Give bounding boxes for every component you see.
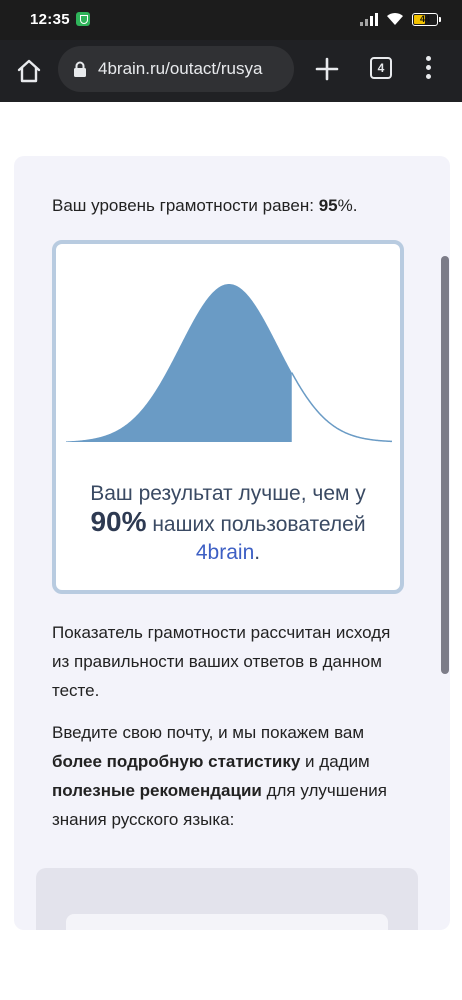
literacy-level: Ваш уровень грамотности равен: 95%.: [52, 196, 358, 215]
result-text: Ваш результат лучше, чем у 90% наших пол…: [90, 482, 366, 564]
explanation-text: Показатель грамотности рассчитан исходя …: [52, 623, 391, 700]
wifi-icon: [387, 12, 403, 25]
status-bar: 12:35 44: [0, 0, 462, 40]
tab-switcher-button[interactable]: 4: [370, 57, 392, 79]
battery-level: 44: [419, 13, 430, 24]
distribution-area: [66, 284, 292, 442]
result-box: Ваш результат лучше, чем у 90% наших пол…: [52, 240, 404, 594]
shield-icon: [76, 12, 90, 26]
literacy-level-value: 95: [318, 196, 338, 215]
email-prompt-text: Введите свою почту, и мы покажем вам бол…: [52, 723, 387, 829]
browser-toolbar: 4brain.ru/outact/rusya 4: [0, 40, 462, 102]
email-form-field[interactable]: [66, 914, 388, 930]
distribution-curve: [66, 284, 392, 443]
result-percent: 90%: [90, 506, 147, 537]
url-text: 4brain.ru/outact/rusya: [98, 59, 263, 78]
page-content: Ваш уровень грамотности равен: 95%. Ваш …: [0, 102, 462, 1000]
more-menu-icon[interactable]: [420, 56, 436, 84]
address-bar[interactable]: 4brain.ru/outact/rusya: [58, 46, 294, 92]
lock-icon: [74, 61, 86, 77]
signal-icon: [360, 12, 378, 26]
results-card: Ваш уровень грамотности равен: 95%. Ваш …: [14, 156, 450, 930]
distribution-tail-line: [291, 372, 392, 443]
new-tab-icon[interactable]: [314, 56, 340, 82]
clock: 12:35: [30, 11, 70, 28]
brand-link[interactable]: 4brain: [196, 541, 254, 564]
home-icon[interactable]: [14, 56, 44, 86]
status-icons: 44: [360, 12, 441, 26]
battery-icon: 44: [412, 12, 441, 26]
email-form-panel: [36, 868, 418, 930]
scrollbar[interactable]: [441, 256, 449, 674]
